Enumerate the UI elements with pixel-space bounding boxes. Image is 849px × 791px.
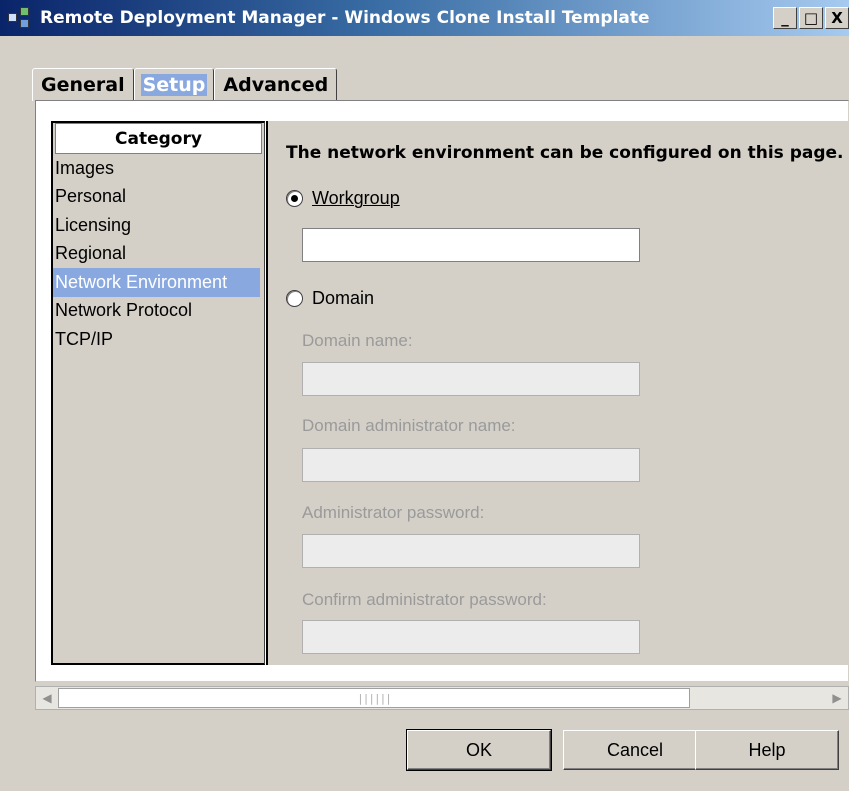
- window-title: Remote Deployment Manager - Windows Clon…: [40, 8, 650, 28]
- workgroup-label: Workgroup: [312, 188, 400, 208]
- title-bar: Remote Deployment Manager - Windows Clon…: [0, 0, 849, 36]
- minimize-button[interactable]: _: [773, 7, 797, 29]
- category-header: Category: [55, 123, 262, 154]
- category-item-regional[interactable]: Regional: [53, 240, 264, 269]
- workgroup-input[interactable]: [302, 228, 640, 262]
- domain-name-input[interactable]: [302, 362, 640, 396]
- admin-password-label: Administrator password:: [302, 503, 485, 522]
- domain-radio[interactable]: [286, 290, 303, 307]
- tab-bar: General Setup Advanced: [32, 68, 338, 101]
- confirm-password-input[interactable]: [302, 620, 640, 654]
- tab-setup[interactable]: Setup: [133, 68, 215, 101]
- category-list: Category Images Personal Licensing Regio…: [51, 121, 265, 665]
- workgroup-radio[interactable]: [286, 190, 303, 207]
- scroll-right-icon[interactable]: ▶: [826, 687, 848, 709]
- tab-panel: Category Images Personal Licensing Regio…: [35, 100, 849, 682]
- domain-name-label: Domain name:: [302, 331, 413, 350]
- category-item-tcpip[interactable]: TCP/IP: [53, 325, 264, 354]
- category-item-network-protocol[interactable]: Network Protocol: [53, 297, 264, 326]
- settings-content: The network environment can be configure…: [266, 121, 849, 665]
- category-item-licensing[interactable]: Licensing: [53, 211, 264, 240]
- scroll-left-icon[interactable]: ◀: [36, 687, 58, 709]
- cancel-button[interactable]: Cancel: [563, 730, 707, 770]
- horizontal-scrollbar[interactable]: ◀ |||||| ▶: [35, 686, 849, 710]
- category-item-network-environment[interactable]: Network Environment: [53, 268, 260, 297]
- category-item-images[interactable]: Images: [53, 154, 264, 183]
- workgroup-option[interactable]: Workgroup: [286, 188, 400, 209]
- maximize-button[interactable]: □: [799, 7, 823, 29]
- page-description: The network environment can be configure…: [286, 143, 844, 163]
- app-icon: [8, 7, 34, 29]
- category-item-personal[interactable]: Personal: [53, 183, 264, 212]
- confirm-password-label: Confirm administrator password:: [302, 590, 547, 609]
- close-button[interactable]: X: [825, 7, 849, 29]
- domain-label: Domain: [312, 288, 375, 308]
- tab-general[interactable]: General: [32, 68, 134, 101]
- tab-advanced[interactable]: Advanced: [214, 68, 338, 101]
- domain-option[interactable]: Domain: [286, 288, 374, 309]
- domain-admin-name-input[interactable]: [302, 448, 640, 482]
- admin-password-input[interactable]: [302, 534, 640, 568]
- scrollbar-thumb[interactable]: ||||||: [58, 688, 690, 708]
- domain-admin-name-label: Domain administrator name:: [302, 416, 516, 435]
- help-button[interactable]: Help: [695, 730, 839, 770]
- ok-button[interactable]: OK: [406, 729, 552, 771]
